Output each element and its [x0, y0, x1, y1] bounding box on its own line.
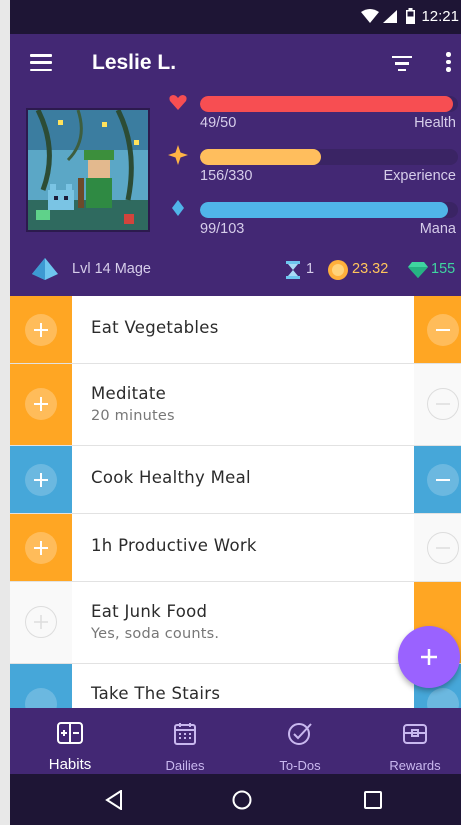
minus-button[interactable]	[427, 314, 459, 346]
habit-notes: 20 minutes	[91, 408, 175, 424]
check-circle-icon	[288, 723, 312, 745]
gem-icon	[408, 262, 428, 278]
habit-plus-zone[interactable]	[10, 514, 72, 581]
avatar[interactable]	[26, 108, 150, 232]
habit-title: Eat Junk Food	[91, 602, 208, 621]
gold-coin-icon	[328, 260, 348, 280]
nav-todos[interactable]: To-Dos	[240, 708, 360, 774]
health-value: 49/50	[200, 115, 237, 131]
habit-row[interactable]: 1h Productive Work	[10, 514, 461, 582]
nav-dailies-label: Dailies	[165, 758, 205, 773]
habit-title: Meditate	[91, 384, 167, 403]
user-header: 49/50 Health 156/330 Experience 99/103 M…	[10, 94, 461, 296]
habit-row[interactable]: Take The Stairs	[10, 664, 461, 708]
system-navigation-bar	[10, 774, 461, 825]
home-icon[interactable]	[232, 790, 252, 810]
experience-bar	[200, 149, 322, 165]
battery-icon	[406, 8, 415, 24]
plus-button[interactable]	[25, 314, 57, 346]
hourglass-count: 1	[306, 261, 315, 277]
gold-amount: 23.32	[352, 261, 389, 277]
habit-minus-zone[interactable]	[414, 514, 461, 581]
plus-button[interactable]	[25, 688, 57, 708]
habit-title: Eat Vegetables	[91, 318, 219, 337]
nav-todos-label: To-Dos	[279, 758, 321, 773]
level-row: Lvl 14 Mage 1 23.32 155	[10, 256, 461, 286]
habit-title: Cook Healthy Meal	[91, 468, 251, 487]
experience-value: 156/330	[200, 168, 253, 184]
heart-icon	[169, 95, 187, 110]
minus-button[interactable]	[427, 688, 459, 708]
experience-label: Experience	[383, 168, 456, 184]
back-icon[interactable]	[105, 790, 123, 810]
mana-drop-icon	[172, 200, 184, 216]
calendar-icon	[174, 723, 196, 745]
level-text: Lvl 14 Mage	[72, 261, 151, 277]
minus-button[interactable]	[427, 388, 459, 420]
bottom-navigation: Habits Dailies To-Dos Rewards	[10, 708, 461, 774]
add-habit-button[interactable]	[398, 626, 460, 688]
treasure-chest-icon	[403, 724, 427, 744]
wifi-icon	[361, 9, 379, 23]
user-name: Leslie L.	[92, 51, 177, 74]
habit-row[interactable]: Meditate 20 minutes	[10, 364, 461, 446]
plus-button[interactable]	[25, 388, 57, 420]
health-bar	[200, 96, 453, 112]
habit-row[interactable]: Cook Healthy Meal	[10, 446, 461, 514]
habit-minus-zone[interactable]	[414, 296, 461, 363]
minus-button[interactable]	[427, 532, 459, 564]
habit-row[interactable]: Eat Junk Food Yes, soda counts.	[10, 582, 461, 664]
habit-minus-zone[interactable]	[414, 446, 461, 513]
hourglass-icon	[286, 261, 300, 279]
health-stat: 49/50 Health	[169, 95, 458, 135]
experience-stat: 156/330 Experience	[168, 145, 458, 188]
gem-count: 155	[431, 261, 456, 277]
habit-title: Take The Stairs	[91, 684, 221, 703]
habit-plus-zone[interactable]	[10, 664, 72, 708]
recent-apps-icon[interactable]	[364, 791, 382, 809]
nav-habits-label: Habits	[48, 756, 92, 773]
app-bar: Leslie L.	[10, 34, 461, 94]
minus-button[interactable]	[427, 464, 459, 496]
habit-row[interactable]: Eat Vegetables	[10, 296, 461, 364]
plus-button[interactable]	[25, 532, 57, 564]
habit-plus-zone[interactable]	[10, 446, 72, 513]
habit-plus-zone[interactable]	[10, 364, 72, 445]
mana-bar	[200, 202, 448, 218]
habit-list: Eat Vegetables Meditate 20 minutes Cook …	[10, 296, 461, 708]
star-icon	[168, 145, 188, 165]
status-bar: 12:21	[10, 0, 461, 34]
plus-button[interactable]	[25, 606, 57, 638]
status-time: 12:21	[421, 8, 459, 25]
health-label: Health	[414, 115, 456, 131]
nav-dailies[interactable]: Dailies	[125, 708, 245, 774]
signal-icon	[383, 10, 397, 23]
habit-plus-zone[interactable]	[10, 296, 72, 363]
mana-value: 99/103	[200, 221, 245, 237]
filter-icon[interactable]	[392, 56, 412, 72]
mage-class-icon	[32, 258, 58, 280]
nav-habits[interactable]: Habits	[10, 708, 130, 774]
mana-stat: 99/103 Mana	[172, 200, 458, 241]
plus-icon	[421, 649, 437, 665]
habit-minus-zone[interactable]	[414, 364, 461, 445]
menu-icon[interactable]	[30, 54, 52, 72]
nav-rewards[interactable]: Rewards	[355, 708, 461, 774]
habit-plus-zone[interactable]	[10, 582, 72, 663]
mana-label: Mana	[419, 221, 456, 237]
habits-icon	[57, 722, 83, 744]
plus-button[interactable]	[25, 464, 57, 496]
habit-notes: Yes, soda counts.	[91, 626, 220, 642]
habit-title: 1h Productive Work	[91, 536, 257, 555]
more-options-icon[interactable]	[446, 52, 452, 74]
nav-rewards-label: Rewards	[389, 758, 441, 773]
